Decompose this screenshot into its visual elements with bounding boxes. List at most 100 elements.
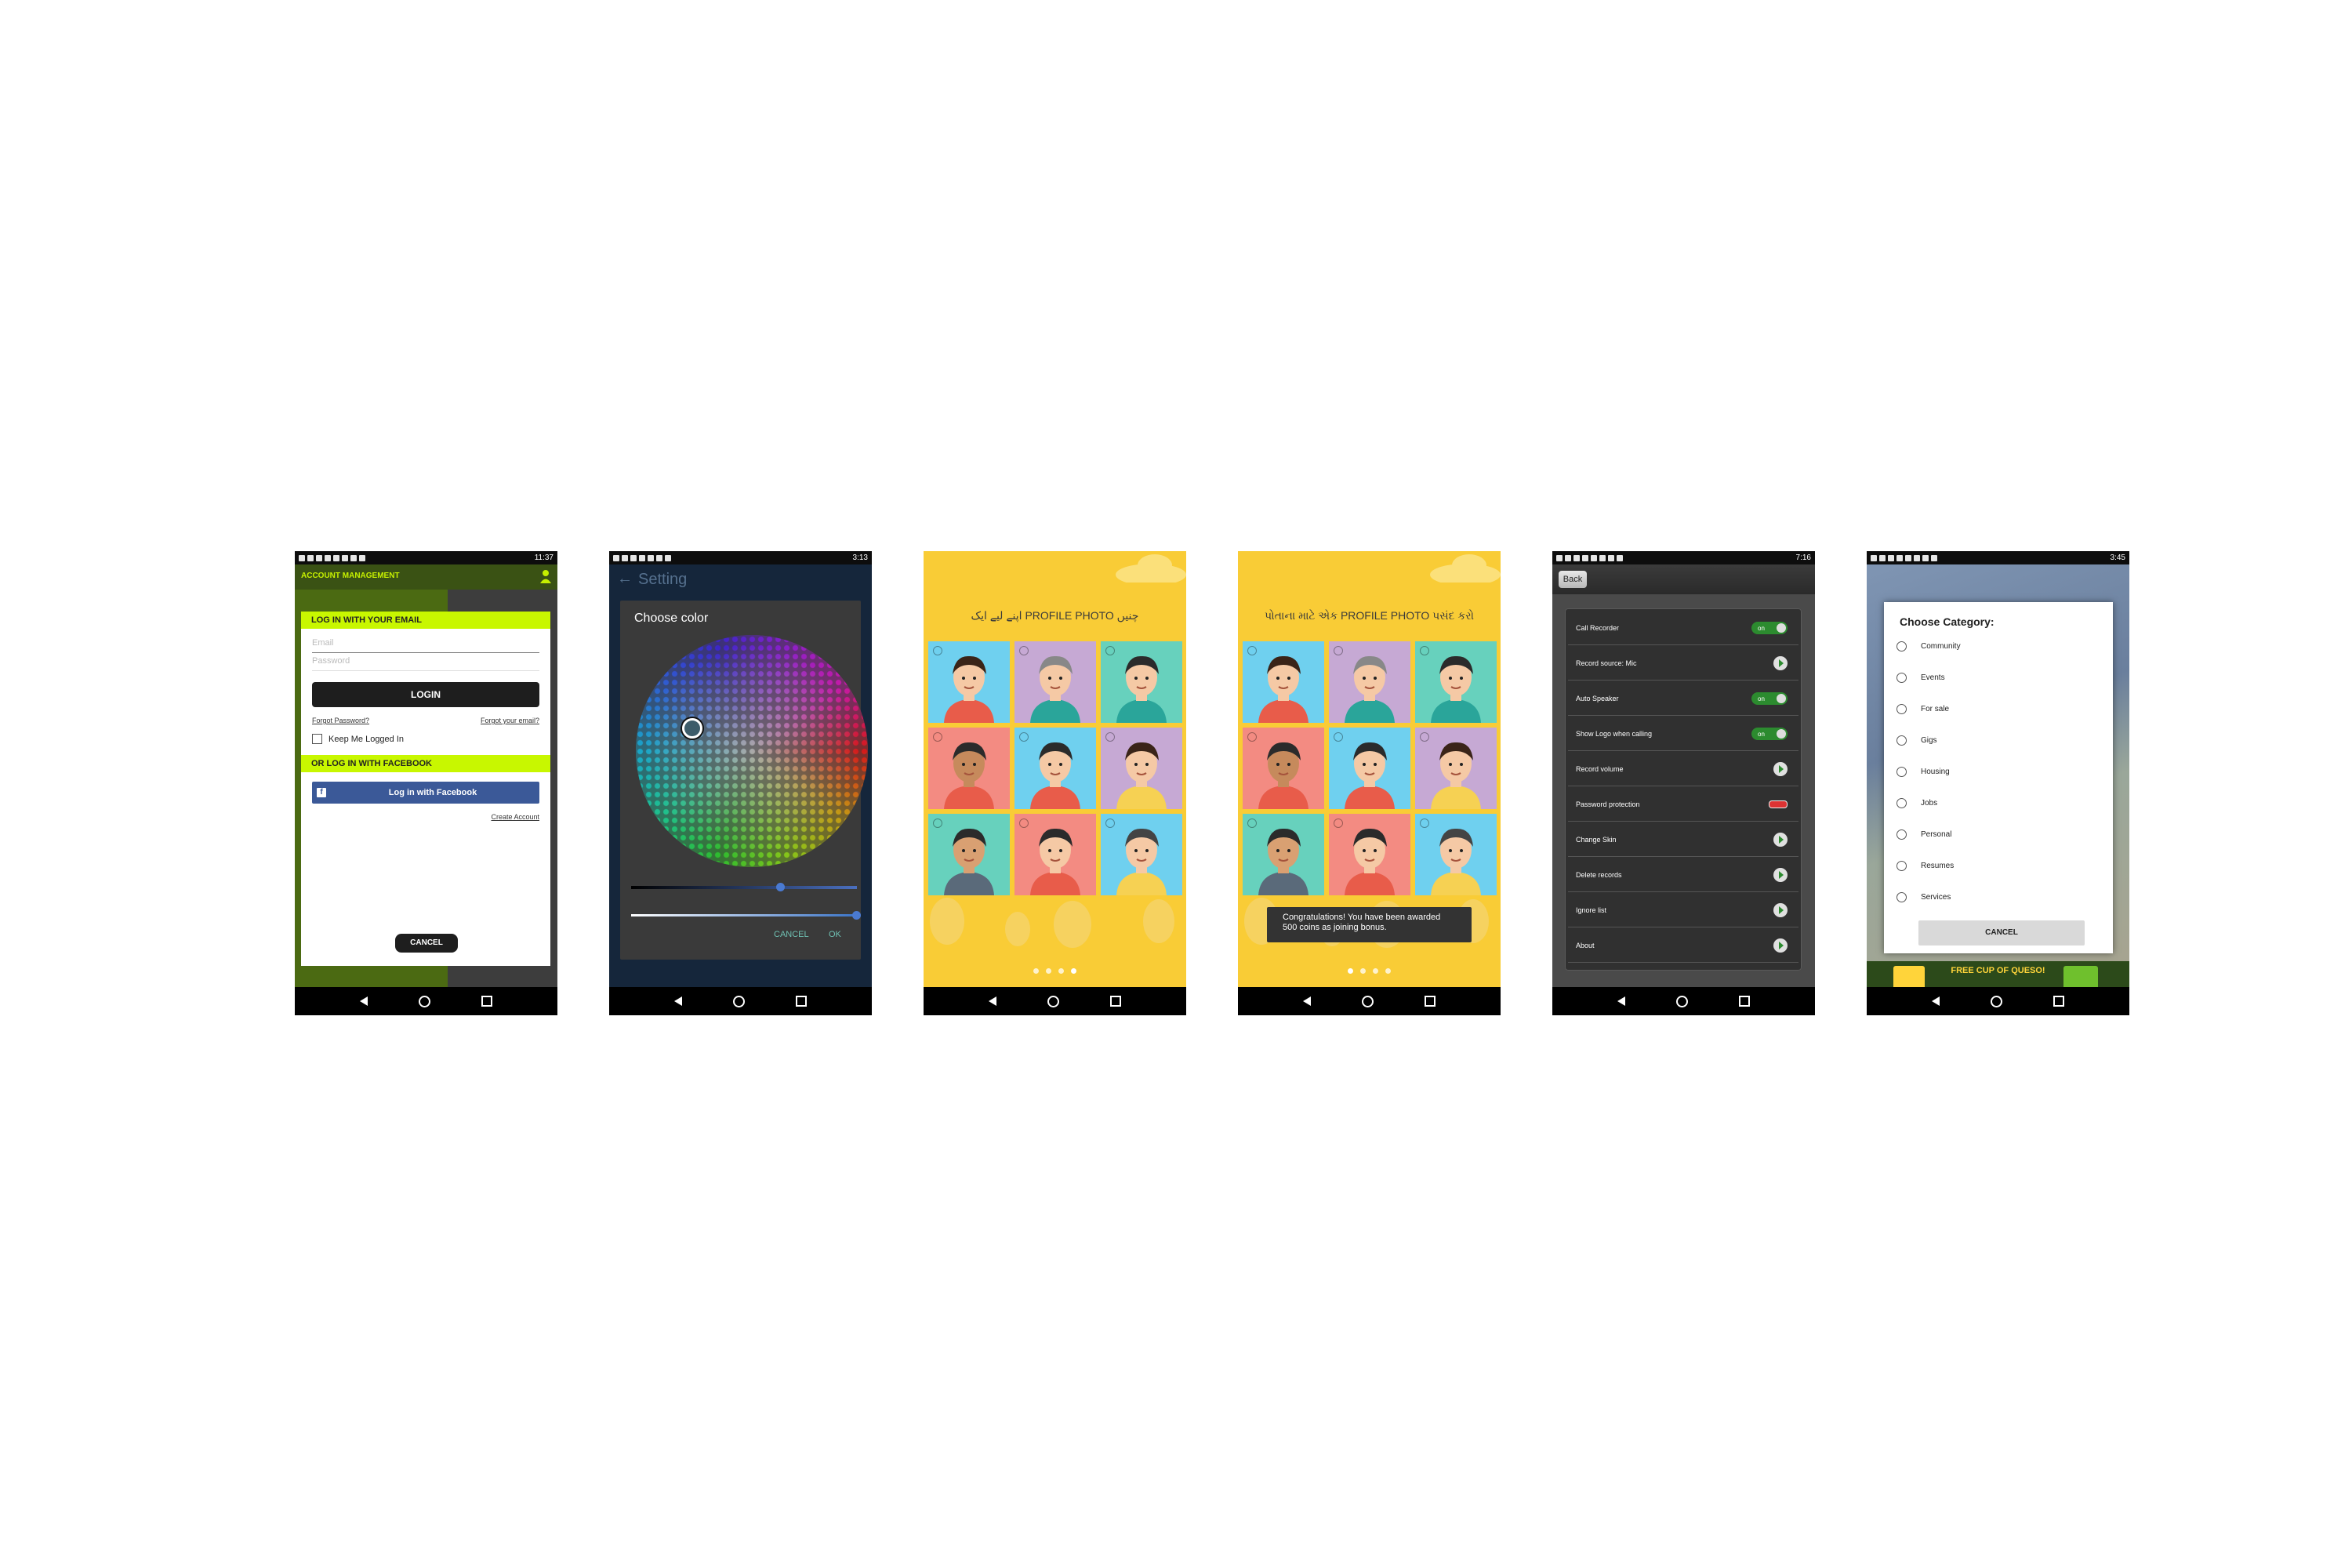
brightness-slider[interactable] — [631, 883, 857, 891]
recent-apps-icon[interactable] — [2053, 996, 2065, 1007]
avatar-option[interactable] — [1243, 728, 1324, 809]
avatar-option[interactable] — [1415, 641, 1497, 723]
create-account-link[interactable]: Create Account — [312, 813, 539, 821]
avatar-radio[interactable] — [1334, 732, 1343, 742]
recent-apps-icon[interactable] — [1739, 996, 1751, 1007]
avatar-option[interactable] — [1101, 814, 1182, 895]
back-icon[interactable] — [673, 996, 682, 1006]
forgot-password-link[interactable]: Forgot Password? — [312, 717, 369, 724]
avatar-option[interactable] — [1329, 641, 1410, 723]
category-option[interactable]: Services — [1896, 892, 1951, 902]
radio-button[interactable] — [1896, 641, 1907, 652]
settings-row[interactable]: Change Skin — [1568, 823, 1798, 857]
avatar-option[interactable] — [1101, 641, 1182, 723]
keep-logged-in-checkbox[interactable] — [312, 734, 322, 744]
avatar-radio[interactable] — [933, 818, 942, 828]
avatar-option[interactable] — [1014, 814, 1096, 895]
back-button[interactable]: Back — [1559, 571, 1587, 588]
avatar-option[interactable] — [928, 728, 1010, 809]
avatar-radio[interactable] — [1334, 646, 1343, 655]
radio-button[interactable] — [1896, 767, 1907, 777]
settings-row[interactable]: About — [1568, 929, 1798, 963]
chevron-right-icon[interactable] — [1773, 868, 1788, 882]
home-icon[interactable] — [1675, 995, 1688, 1007]
avatar-radio[interactable] — [1105, 646, 1115, 655]
avatar-radio[interactable] — [1420, 732, 1429, 742]
home-icon[interactable] — [1047, 995, 1059, 1007]
back-icon[interactable] — [1931, 996, 1940, 1006]
ok-button[interactable]: OK — [829, 930, 841, 939]
settings-row[interactable]: Delete records — [1568, 858, 1798, 892]
back-arrow-icon[interactable]: ← — [617, 570, 633, 588]
category-option[interactable]: For sale — [1896, 704, 1949, 714]
radio-button[interactable] — [1896, 798, 1907, 808]
account-icon[interactable] — [540, 569, 551, 583]
avatar-option[interactable] — [1014, 728, 1096, 809]
cancel-button[interactable]: CANCEL — [774, 930, 809, 939]
settings-row[interactable]: Call Recorder on — [1568, 612, 1798, 645]
radio-button[interactable] — [1896, 892, 1907, 902]
back-icon[interactable] — [988, 996, 996, 1006]
avatar-radio[interactable] — [1334, 818, 1343, 828]
toggle-switch[interactable]: on — [1751, 728, 1788, 740]
toggle-off-indicator[interactable] — [1769, 800, 1788, 808]
settings-row[interactable]: Password protection — [1568, 788, 1798, 822]
avatar-option[interactable] — [928, 641, 1010, 723]
category-option[interactable]: Community — [1896, 641, 1961, 652]
avatar-radio[interactable] — [933, 732, 942, 742]
chevron-right-icon[interactable] — [1773, 903, 1788, 917]
radio-button[interactable] — [1896, 735, 1907, 746]
avatar-option[interactable] — [1243, 814, 1324, 895]
recent-apps-icon[interactable] — [1110, 996, 1122, 1007]
radio-button[interactable] — [1896, 861, 1907, 871]
avatar-option[interactable] — [1415, 728, 1497, 809]
recent-apps-icon[interactable] — [481, 996, 493, 1007]
home-icon[interactable] — [418, 995, 430, 1007]
avatar-radio[interactable] — [1420, 818, 1429, 828]
settings-row[interactable]: Auto Speaker on — [1568, 682, 1798, 716]
avatar-option[interactable] — [1329, 814, 1410, 895]
cancel-button[interactable]: CANCEL — [395, 934, 458, 953]
facebook-login-button[interactable]: f Log in with Facebook — [312, 782, 539, 804]
category-option[interactable]: Gigs — [1896, 735, 1937, 746]
avatar-option[interactable] — [1014, 641, 1096, 723]
radio-button[interactable] — [1896, 673, 1907, 683]
email-field[interactable]: Email — [312, 638, 539, 653]
home-icon[interactable] — [1361, 995, 1374, 1007]
avatar-option[interactable] — [1243, 641, 1324, 723]
toggle-switch[interactable]: on — [1751, 622, 1788, 634]
chevron-right-icon[interactable] — [1773, 938, 1788, 953]
password-field[interactable]: Password — [312, 656, 539, 671]
avatar-radio[interactable] — [1105, 732, 1115, 742]
cancel-button[interactable]: CANCEL — [1918, 920, 2085, 946]
category-option[interactable]: Housing — [1896, 767, 1950, 777]
forgot-email-link[interactable]: Forgot your email? — [481, 717, 539, 724]
back-icon[interactable] — [359, 996, 368, 1006]
category-option[interactable]: Jobs — [1896, 798, 1937, 808]
radio-button[interactable] — [1896, 829, 1907, 840]
login-button[interactable]: LOGIN — [312, 682, 539, 707]
settings-row[interactable]: Show Logo when calling on — [1568, 717, 1798, 751]
avatar-option[interactable] — [1415, 814, 1497, 895]
recent-apps-icon[interactable] — [796, 996, 808, 1007]
category-option[interactable]: Events — [1896, 673, 1945, 683]
chevron-right-icon[interactable] — [1773, 762, 1788, 776]
category-option[interactable]: Personal — [1896, 829, 1951, 840]
category-option[interactable]: Resumes — [1896, 861, 1954, 871]
chevron-right-icon[interactable] — [1773, 656, 1788, 670]
home-icon[interactable] — [1990, 995, 2002, 1007]
avatar-radio[interactable] — [1019, 818, 1029, 828]
keep-logged-in-row[interactable]: Keep Me Logged In — [312, 734, 539, 744]
color-selector-handle[interactable] — [682, 718, 702, 739]
settings-row[interactable]: Ignore list — [1568, 894, 1798, 927]
avatar-radio[interactable] — [1420, 646, 1429, 655]
avatar-radio[interactable] — [1247, 818, 1257, 828]
settings-row[interactable]: Record volume — [1568, 753, 1798, 786]
opacity-slider-thumb[interactable] — [852, 911, 861, 920]
recent-apps-icon[interactable] — [1425, 996, 1436, 1007]
back-icon[interactable] — [1617, 996, 1625, 1006]
back-icon[interactable] — [1302, 996, 1311, 1006]
avatar-radio[interactable] — [1105, 818, 1115, 828]
avatar-radio[interactable] — [1019, 646, 1029, 655]
radio-button[interactable] — [1896, 704, 1907, 714]
